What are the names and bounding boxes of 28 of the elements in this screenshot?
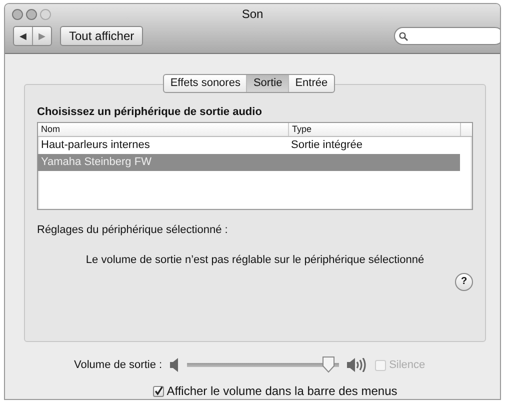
search-field[interactable]	[394, 27, 500, 45]
speaker-loud-icon	[347, 358, 368, 372]
search-icon	[399, 32, 408, 40]
tab[interactable]: Effets sonores	[164, 75, 246, 92]
table-cell-text: Sortie intégrée	[290, 138, 364, 153]
volume-label: Volume de sortie :	[74, 359, 162, 371]
show-all-button[interactable]: Tout afficher	[60, 26, 144, 46]
slider-thumb[interactable]	[322, 356, 335, 373]
tab[interactable]: Entrée	[288, 75, 334, 92]
checkbox-label: Afficher le volume dans la barre des menus	[166, 384, 398, 398]
back-button[interactable]: ◀	[14, 27, 32, 45]
checkbox-label: Silence	[389, 359, 426, 371]
settings-label: Réglages du périphérique sélectionné :	[37, 224, 229, 236]
volume-message: Le volume de sortie n’est pas réglable sur le périphérique sélectionné	[84, 254, 426, 266]
table-cell-text: Haut-parleurs internes	[40, 138, 151, 153]
tab[interactable]: Sortie	[246, 75, 288, 92]
zoom-icon[interactable]	[40, 8, 51, 20]
minimize-icon[interactable]	[26, 8, 37, 20]
checkbox[interactable]	[152, 386, 164, 396]
column-header[interactable]: Nom	[38, 123, 288, 136]
speaker-quiet-icon	[170, 358, 180, 372]
table-cell-text: Yamaha Steinberg FW	[40, 155, 152, 170]
window-title: Son	[242, 7, 264, 21]
section-heading: Choisissez un périphérique de sortie audio	[37, 106, 263, 118]
help-button[interactable]: ?	[455, 273, 473, 291]
table-row[interactable]: Haut-parleurs internes Sortie intégrée	[38, 137, 460, 154]
column-header[interactable]: Type	[288, 123, 460, 136]
close-icon[interactable]	[12, 8, 23, 20]
